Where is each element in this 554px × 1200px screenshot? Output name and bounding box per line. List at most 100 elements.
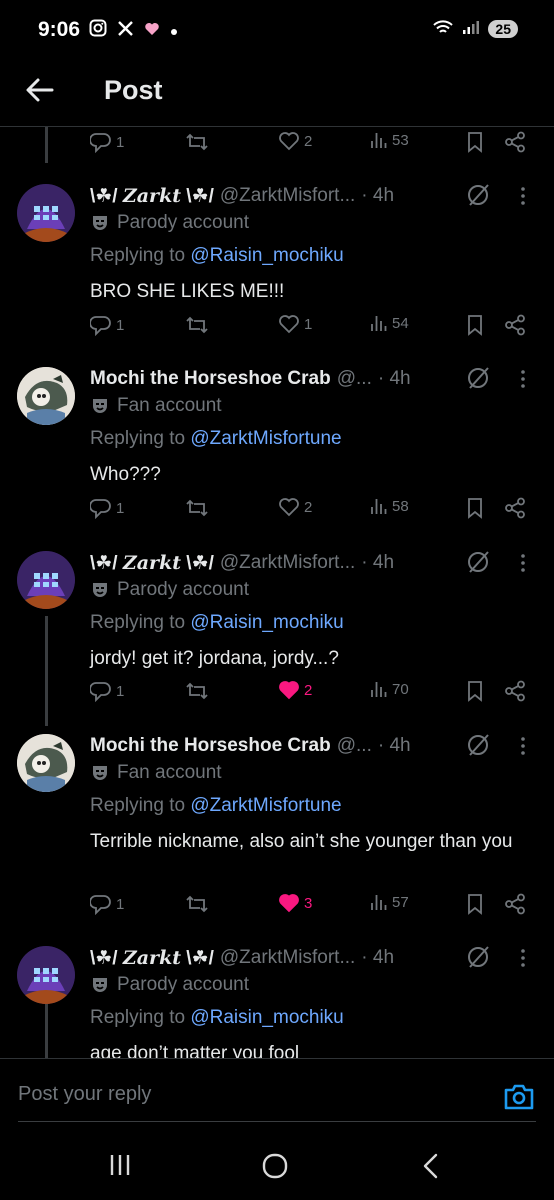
mention-link[interactable]: @Raisin_mochiku [190, 1007, 343, 1028]
bookmark-icon [468, 894, 482, 915]
status-bar: 9:06 25 [0, 0, 554, 60]
share-icon [505, 497, 525, 519]
replying-to: Replying to @Raisin_mochiku [90, 1007, 344, 1028]
repost-icon [186, 895, 208, 913]
display-name[interactable]: \☘/ Zarkt \☘/ [90, 552, 214, 575]
repost-button[interactable] [185, 131, 209, 153]
reply-button[interactable]: 1 [90, 314, 124, 336]
repost-button[interactable] [185, 314, 209, 336]
recents-button[interactable] [108, 1153, 132, 1182]
avatar[interactable] [17, 551, 75, 609]
share-button[interactable] [504, 497, 526, 519]
instagram-icon [89, 19, 107, 42]
reply-underline [18, 1121, 536, 1122]
action-bar: 1 3 57 [90, 893, 530, 923]
header: Post [0, 60, 554, 126]
heart-notification-icon [144, 21, 160, 41]
handle[interactable]: @... [337, 368, 372, 390]
mention-link[interactable]: @Raisin_mochiku [190, 245, 343, 266]
reply-composer: Post your reply [0, 1059, 554, 1123]
bookmark-button[interactable] [466, 131, 484, 153]
more-icon[interactable] [512, 946, 534, 970]
views-icon [371, 133, 387, 148]
bookmark-button[interactable] [466, 893, 484, 915]
reply-icon [90, 316, 111, 336]
post-text: age don’t matter you fool [90, 1043, 300, 1058]
display-name[interactable]: Mochi the Horseshoe Crab [90, 735, 331, 757]
bookmark-icon [468, 681, 482, 702]
camera-icon[interactable] [502, 1080, 536, 1114]
mention-link[interactable]: @ZarktMisfortune [190, 428, 341, 449]
repost-icon [186, 499, 208, 517]
avatar[interactable] [17, 367, 75, 425]
reply-button[interactable]: 1 [90, 893, 124, 915]
bookmark-icon [468, 498, 482, 519]
account-label: Fan account [90, 762, 222, 784]
views-button[interactable]: 58 [370, 497, 409, 515]
grok-icon[interactable] [465, 732, 491, 758]
thread-line [45, 616, 48, 726]
post-text: Terrible nickname, also ain’t she younge… [90, 831, 513, 852]
mask-icon [93, 978, 107, 992]
repost-button[interactable] [185, 680, 209, 702]
grok-icon[interactable] [465, 549, 491, 575]
bookmark-button[interactable] [466, 497, 484, 519]
more-icon[interactable] [512, 367, 534, 391]
heart-icon [279, 498, 299, 517]
mask-icon [93, 216, 107, 230]
grok-icon[interactable] [465, 182, 491, 208]
back-button[interactable] [420, 1153, 442, 1184]
reply-input[interactable]: Post your reply [18, 1083, 151, 1106]
timestamp: · 4h [361, 947, 395, 968]
avatar[interactable] [17, 184, 75, 242]
like-button[interactable]: 2 [278, 680, 312, 700]
mention-link[interactable]: @Raisin_mochiku [190, 612, 343, 633]
home-button[interactable] [262, 1153, 288, 1184]
share-button[interactable] [504, 680, 526, 702]
avatar[interactable] [17, 946, 75, 1004]
display-name[interactable]: Mochi the Horseshoe Crab [90, 368, 331, 390]
back-arrow-icon[interactable] [22, 72, 58, 108]
heart-icon [279, 894, 299, 913]
views-button[interactable]: 54 [370, 314, 409, 332]
reply-button[interactable]: 1 [90, 680, 124, 702]
repost-button[interactable] [185, 497, 209, 519]
repost-icon [186, 316, 208, 334]
more-icon[interactable] [512, 551, 534, 575]
like-button[interactable]: 3 [278, 893, 312, 913]
like-button[interactable]: 2 [278, 497, 312, 517]
post[interactable]: \☘/ Zarkt \☘/ @ZarktMisfort... · 4h Paro… [0, 944, 554, 1058]
display-name[interactable]: \☘/ Zarkt \☘/ [90, 947, 214, 970]
action-bar: 1 2 58 [90, 497, 530, 527]
handle[interactable]: @ZarktMisfort... [220, 185, 355, 207]
views-icon [371, 895, 387, 910]
bookmark-button[interactable] [466, 680, 484, 702]
share-button[interactable] [504, 131, 526, 153]
like-button[interactable]: 1 [278, 314, 312, 334]
more-icon[interactable] [512, 184, 534, 208]
grok-icon[interactable] [465, 365, 491, 391]
display-name[interactable]: \☘/ Zarkt \☘/ [90, 185, 214, 208]
mask-icon [93, 583, 107, 597]
handle[interactable]: @... [337, 735, 372, 757]
avatar[interactable] [17, 734, 75, 792]
views-button[interactable]: 53 [370, 131, 409, 149]
views-button[interactable]: 57 [370, 893, 409, 911]
views-button[interactable]: 70 [370, 680, 409, 698]
mention-link[interactable]: @ZarktMisfortune [190, 795, 341, 816]
reply-button[interactable]: 1 [90, 131, 124, 153]
repost-button[interactable] [185, 893, 209, 915]
timestamp: · 4h [377, 368, 411, 389]
grok-icon[interactable] [465, 944, 491, 970]
account-label: Parody account [90, 212, 249, 234]
share-button[interactable] [504, 893, 526, 915]
replying-to: Replying to @Raisin_mochiku [90, 612, 344, 633]
more-icon[interactable] [512, 734, 534, 758]
like-button[interactable]: 2 [278, 131, 312, 151]
share-button[interactable] [504, 314, 526, 336]
handle[interactable]: @ZarktMisfort... [220, 947, 355, 969]
bookmark-button[interactable] [466, 314, 484, 336]
handle[interactable]: @ZarktMisfort... [220, 552, 355, 574]
reply-button[interactable]: 1 [90, 497, 124, 519]
reply-icon [90, 682, 111, 702]
